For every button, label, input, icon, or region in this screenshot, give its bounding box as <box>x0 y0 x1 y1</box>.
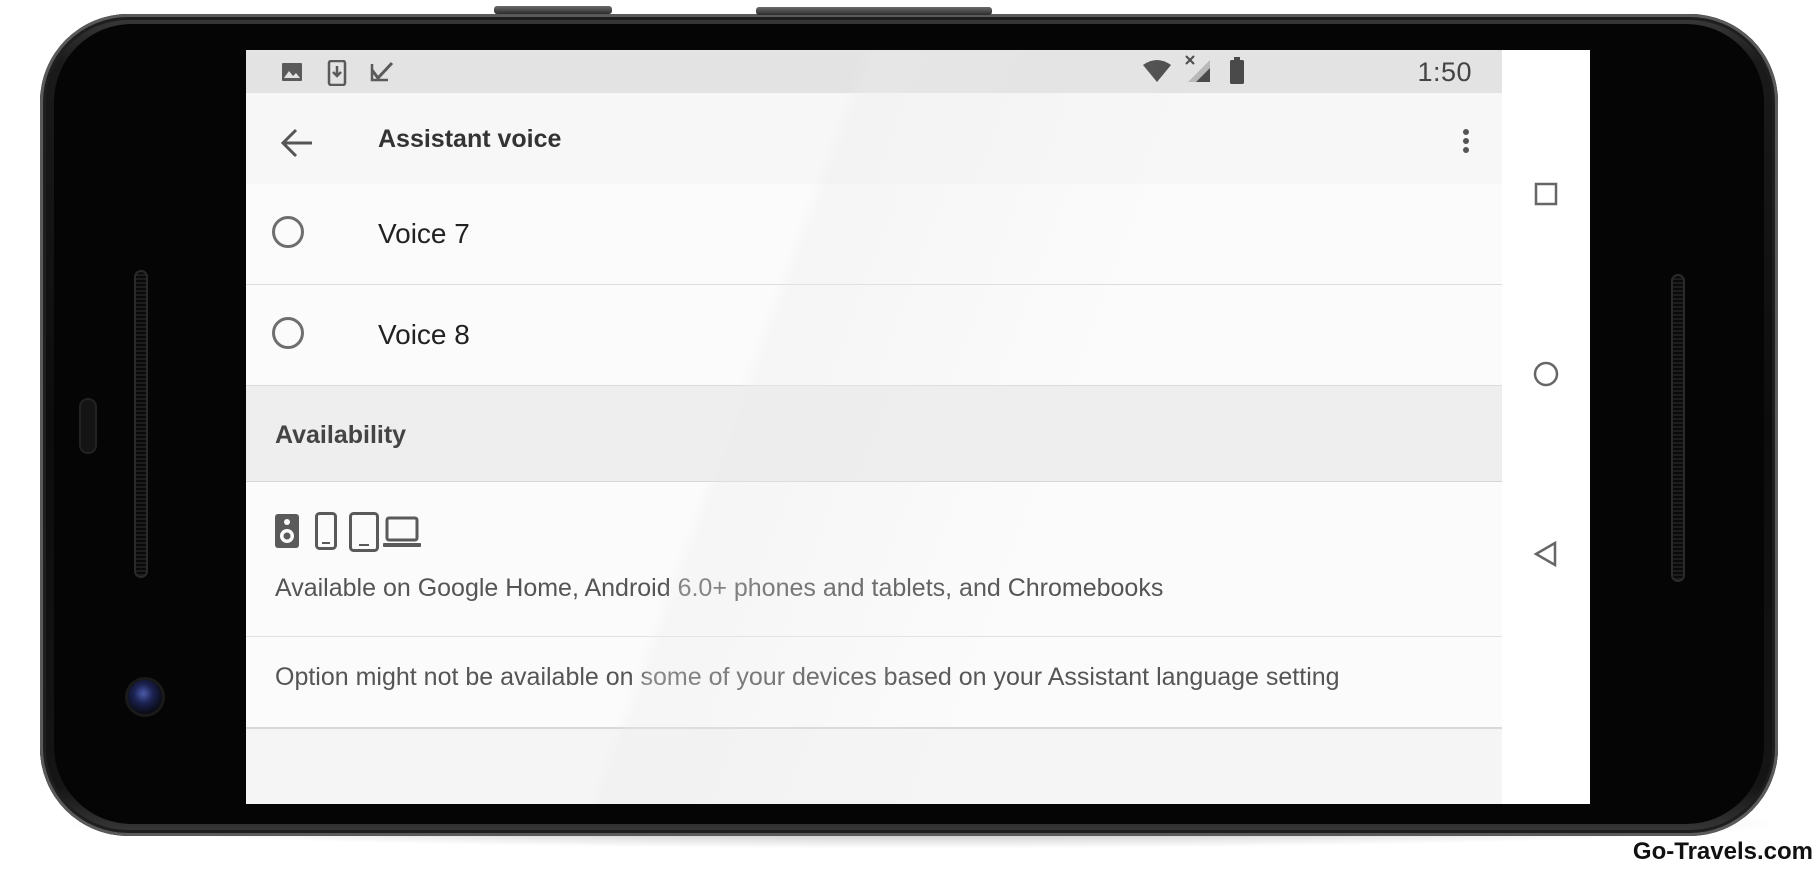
availability-info: Available on Google Home, Android 6.0+ p… <box>246 482 1502 637</box>
phone-screen: 1:50 Assistant voice Voice 7 Voice 8 Ava… <box>246 50 1590 804</box>
image-icon <box>282 63 302 81</box>
more-vert-icon[interactable] <box>1456 121 1476 161</box>
voice-option-8[interactable]: Voice 8 <box>246 285 1502 386</box>
recents-square-icon[interactable] <box>1524 172 1568 216</box>
clock-time: 1:50 <box>1417 57 1472 87</box>
front-camera <box>128 680 162 714</box>
screenshot-stage: 1:50 Assistant voice Voice 7 Voice 8 Ava… <box>0 0 1817 880</box>
navigation-bar <box>1502 50 1590 804</box>
laptop-icon <box>383 516 421 547</box>
power-button <box>756 7 992 15</box>
availability-description: Available on Google Home, Android 6.0+ p… <box>275 574 1164 602</box>
voice-option-label: Voice 8 <box>378 319 470 350</box>
proximity-sensor <box>79 398 97 454</box>
left-speaker-grille <box>134 270 148 578</box>
battery-icon <box>1230 57 1244 84</box>
speaker-icon <box>275 514 299 548</box>
volume-button <box>494 6 612 14</box>
right-speaker-grille <box>1671 274 1685 582</box>
no-signal-icon <box>1185 55 1210 82</box>
tablet-icon <box>349 512 379 552</box>
availability-section-header: Availability <box>246 386 1502 482</box>
page-title: Assistant voice <box>378 125 562 153</box>
radio-button-icon[interactable] <box>272 317 304 349</box>
download-icon <box>327 60 347 86</box>
radio-button-icon[interactable] <box>272 216 304 248</box>
language-setting-note: Option might not be available on some of… <box>275 663 1340 691</box>
availability-note: Option might not be available on some of… <box>246 637 1502 729</box>
voice-settings-list: Voice 7 Voice 8 Availability Available o… <box>246 184 1502 729</box>
assistant-voice-settings: 1:50 Assistant voice Voice 7 Voice 8 Ava… <box>246 50 1502 804</box>
back-triangle-icon[interactable] <box>1524 532 1568 576</box>
arrow-left-icon[interactable] <box>278 123 318 163</box>
watermark: Go-Travels.com <box>1630 838 1815 866</box>
home-circle-icon[interactable] <box>1524 352 1568 396</box>
phone-icon <box>315 512 337 550</box>
section-title: Availability <box>275 421 407 449</box>
voice-option-7[interactable]: Voice 7 <box>246 184 1502 285</box>
voice-option-label: Voice 7 <box>378 218 470 249</box>
task-done-icon <box>370 61 394 82</box>
status-bar: 1:50 <box>246 50 1502 93</box>
wifi-icon <box>1143 60 1171 82</box>
